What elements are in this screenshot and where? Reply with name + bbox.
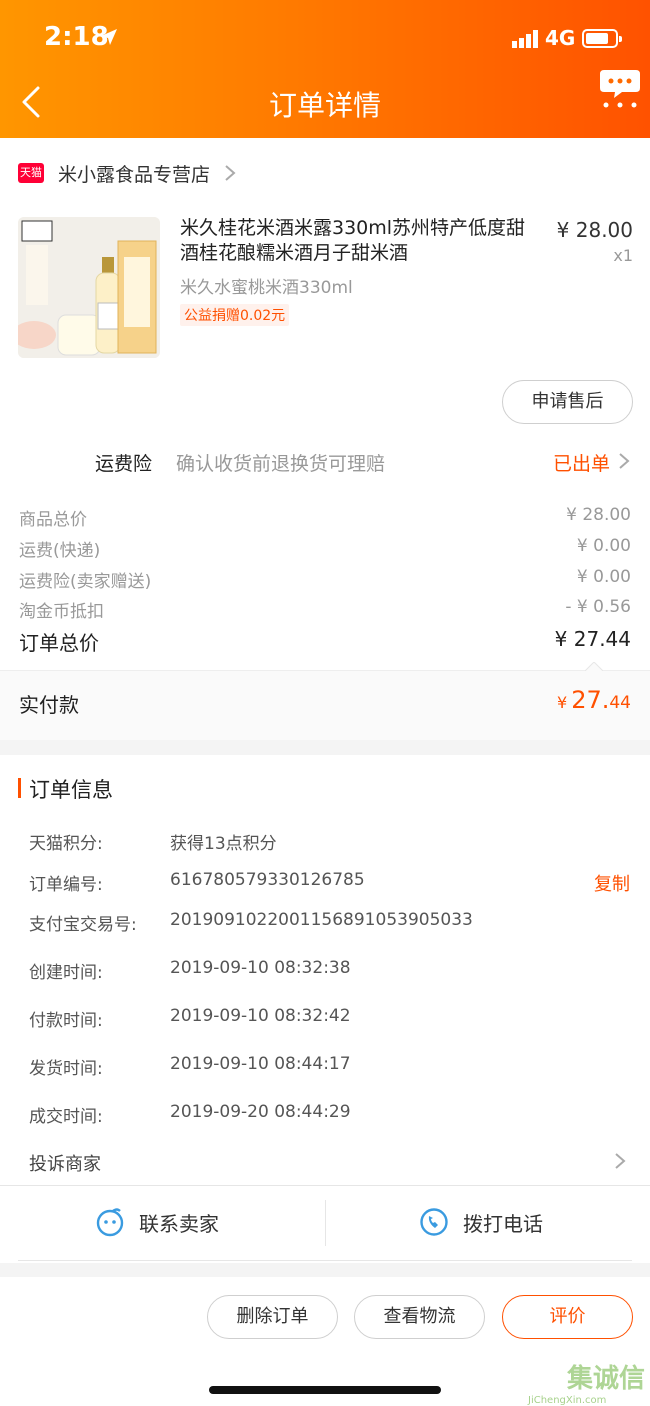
battery-icon [582, 29, 622, 48]
complain-merchant-link[interactable]: 投诉商家 [29, 1150, 101, 1176]
contact-seller-label: 联系卖家 [139, 1211, 219, 1236]
fee-label: 运费(快递) [19, 541, 101, 561]
chevron-right-icon[interactable] [614, 1152, 626, 1170]
apply-after-sale-button[interactable]: 申请售后 [502, 380, 633, 424]
info-label: 天猫积分: [29, 834, 103, 854]
page-title: 订单详情 [268, 89, 381, 122]
watermark-subtext: JiChengXin.com [528, 1395, 607, 1406]
fee-value: ¥ 28.00 [566, 505, 631, 525]
call-phone-label: 拨打电话 [463, 1211, 543, 1236]
amount-integer: 27. [571, 686, 610, 714]
info-value: 2019-09-10 08:32:42 [170, 1006, 351, 1026]
network-type: 4G [545, 26, 576, 50]
fee-label: 运费险(卖家赠送) [19, 572, 152, 592]
amount-decimal: 44 [609, 693, 631, 713]
store-name: 米小露食品专营店 [58, 163, 211, 186]
order-number: 616780579330126785 [170, 870, 365, 890]
phone-icon [420, 1208, 448, 1236]
info-label: 订单编号: [29, 875, 103, 895]
caret-up-icon [585, 662, 603, 671]
info-value: 获得13点积分 [170, 834, 277, 854]
currency-symbol: ¥ [557, 693, 568, 712]
home-indicator[interactable] [209, 1386, 441, 1394]
fee-label: 淘金币抵扣 [19, 602, 104, 622]
message-bubble-icon[interactable] [598, 68, 642, 110]
info-label: 创建时间: [29, 963, 103, 983]
status-time: 2:18 [44, 22, 109, 52]
copy-order-number-button[interactable]: 复制 [594, 870, 630, 896]
info-label: 支付宝交易号: [29, 915, 137, 935]
actual-payment-value: ¥27.44 [557, 686, 631, 714]
info-value: 2019-09-10 08:32:38 [170, 958, 351, 978]
info-label: 付款时间: [29, 1011, 103, 1031]
chevron-right-icon[interactable] [618, 452, 630, 470]
product-title[interactable]: 米久桂花米酒米露330ml苏州特产低度甜酒桂花酿糯米酒月子甜米酒 [180, 216, 540, 266]
fee-label: 商品总价 [19, 510, 87, 530]
shipping-insurance-status[interactable]: 已出单 [553, 449, 610, 476]
order-total-value: ¥ 27.44 [554, 627, 631, 651]
product-quantity: x1 [613, 246, 633, 265]
info-value: 2019-09-10 08:44:17 [170, 1054, 351, 1074]
shipping-insurance-label: 运费险 [95, 453, 153, 475]
divider [18, 1260, 632, 1261]
chat-face-icon [96, 1208, 124, 1237]
product-photo-illustration [18, 217, 160, 358]
product-image[interactable] [18, 217, 160, 358]
tmall-badge: 天猫 [18, 163, 44, 183]
charity-tag: 公益捐赠0.02元 [180, 304, 290, 326]
delete-order-button[interactable]: 删除订单 [207, 1295, 338, 1339]
actual-payment-box [0, 670, 650, 740]
header-bar: 2:18 4G 订单详情 [0, 0, 650, 138]
order-info-title: 订单信息 [29, 778, 113, 802]
info-value: 2019-09-20 08:44:29 [170, 1102, 351, 1122]
view-logistics-button[interactable]: 查看物流 [354, 1295, 485, 1339]
section-accent-bar [18, 778, 21, 798]
fee-value: ¥ 0.00 [576, 536, 631, 556]
call-phone-button[interactable]: 拨打电话 [419, 1199, 543, 1245]
info-value: 2019091022001156891053905033 [170, 910, 473, 930]
divider [325, 1200, 326, 1246]
watermark-text: 集诚信 [567, 1364, 646, 1394]
chevron-right-icon [225, 165, 236, 181]
product-sku: 米久水蜜桃米酒330ml [180, 278, 353, 298]
product-price: ¥ 28.00 [556, 218, 633, 242]
fee-value: ¥ 0.00 [576, 567, 631, 587]
review-button[interactable]: 评价 [502, 1295, 633, 1339]
order-total-label: 订单总价 [19, 631, 99, 655]
signal-icon [512, 30, 538, 48]
info-label: 成交时间: [29, 1107, 103, 1127]
store-row[interactable]: 天猫 米小露食品专营店 [18, 158, 236, 188]
shipping-insurance-desc: 确认收货前退换货可理赔 [176, 453, 386, 475]
info-label: 发货时间: [29, 1059, 103, 1079]
location-arrow-icon [101, 29, 117, 45]
divider [0, 1185, 650, 1186]
fee-value: - ¥ 0.56 [565, 597, 631, 617]
contact-seller-button[interactable]: 联系卖家 [95, 1199, 219, 1245]
actual-payment-label: 实付款 [19, 693, 79, 717]
